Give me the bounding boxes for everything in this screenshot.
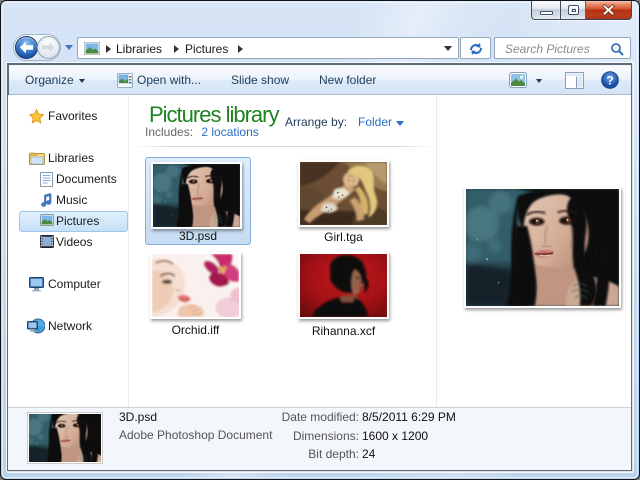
svg-text:?: ?: [606, 74, 613, 88]
